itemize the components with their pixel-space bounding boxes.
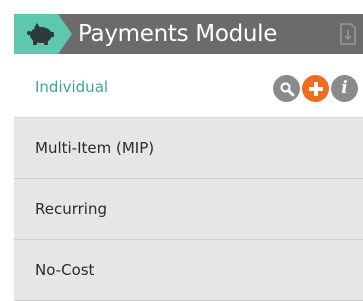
- menu-item-recurring[interactable]: Recurring: [14, 179, 363, 240]
- menu-item-no-cost[interactable]: No-Cost: [14, 240, 363, 301]
- add-button[interactable]: [302, 75, 329, 102]
- search-button[interactable]: [273, 75, 300, 102]
- menu-item-label: Recurring: [35, 200, 107, 218]
- menu-item-multi-item[interactable]: Multi-Item (MIP): [14, 118, 363, 179]
- menu-item-label: Individual: [35, 78, 109, 96]
- add-icon: [308, 81, 323, 96]
- menu-item-label: No-Cost: [35, 261, 95, 279]
- export-icon[interactable]: [339, 23, 357, 45]
- module-header: Payments Module: [14, 14, 363, 54]
- header-icon-tab: [14, 14, 72, 54]
- module-title: Payments Module: [78, 21, 278, 47]
- info-button[interactable]: i: [331, 75, 358, 102]
- menu-item-label: Multi-Item (MIP): [35, 139, 155, 157]
- payments-menu: Individual i Multi-Item (MIP) Recurring: [14, 57, 363, 301]
- individual-actions: i: [273, 75, 358, 102]
- menu-item-individual[interactable]: Individual i: [14, 57, 363, 118]
- info-icon: i: [341, 78, 348, 98]
- search-icon: [279, 81, 294, 96]
